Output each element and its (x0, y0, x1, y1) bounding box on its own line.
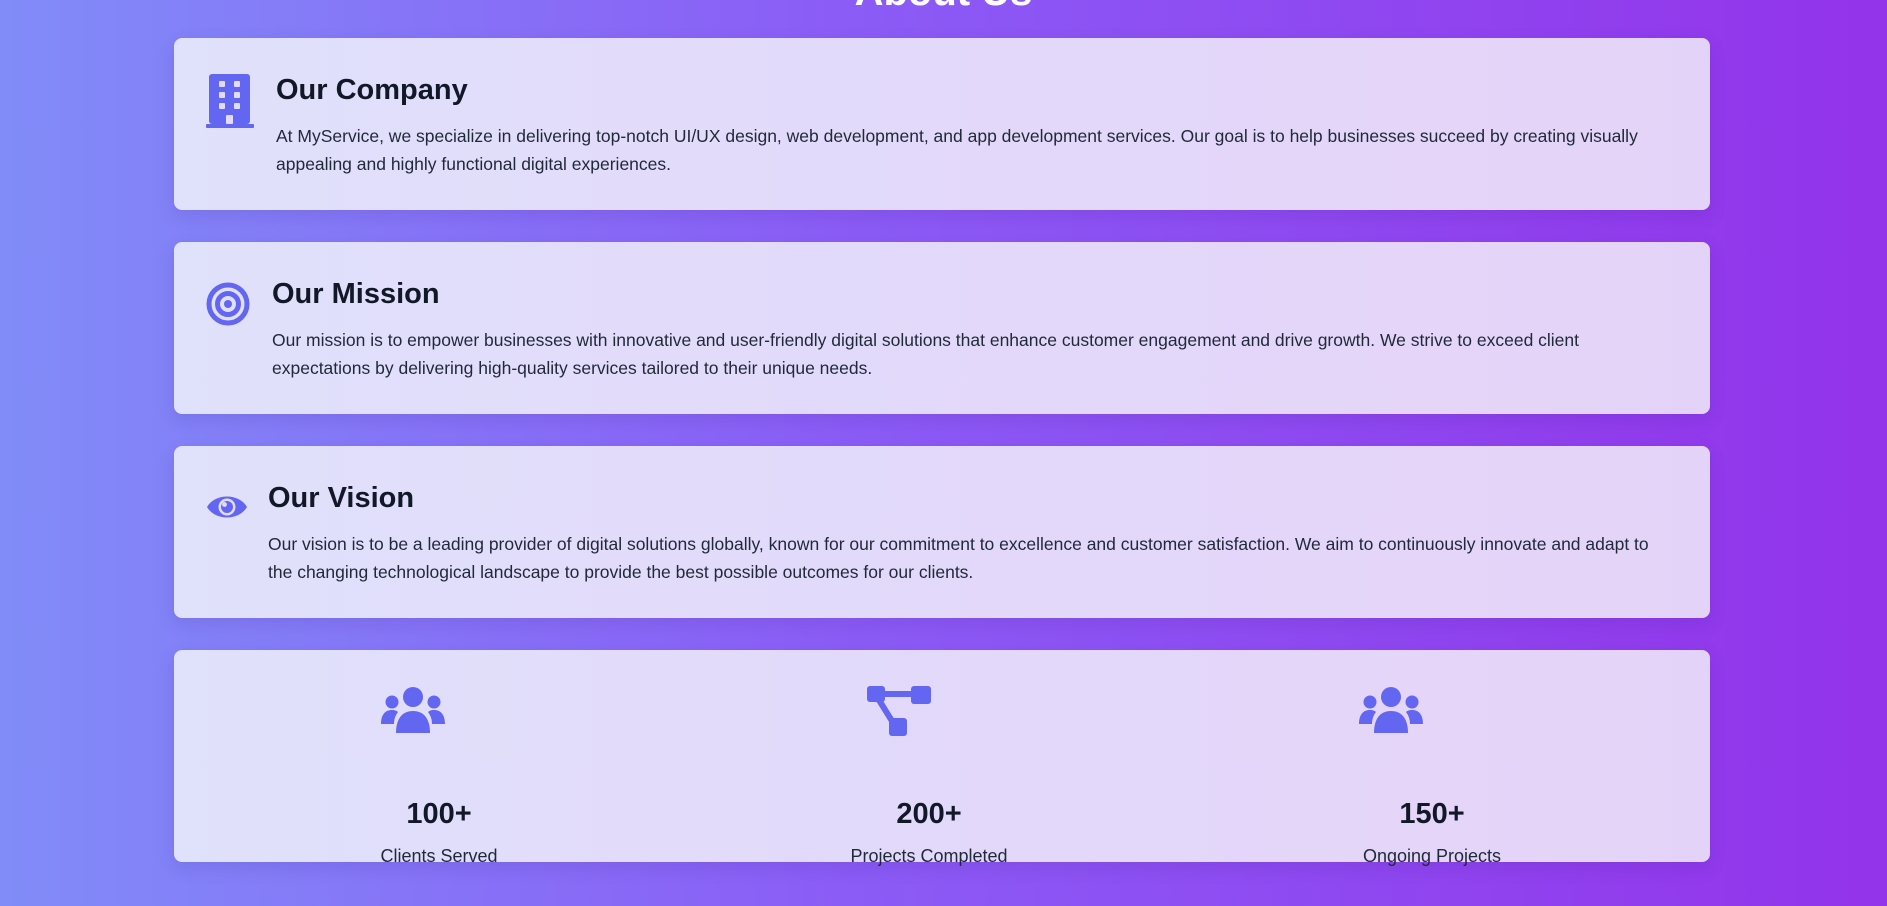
stat-number: 200+ (896, 798, 962, 830)
vision-card: Our Vision Our vision is to be a leading… (174, 446, 1710, 618)
stat-clients-served: 100+ Clients Served (309, 686, 569, 866)
stat-projects-completed: 200+ Projects Completed (799, 686, 1059, 866)
section-title: About Us (0, 0, 1887, 12)
stat-ongoing-projects: 150+ Ongoing Projects (1302, 686, 1562, 866)
eye-icon (206, 492, 254, 548)
mission-title: Our Mission (272, 278, 440, 310)
project-diagram-icon (867, 686, 931, 738)
bullseye-icon (206, 282, 254, 338)
vision-description: Our vision is to be a leading provider o… (268, 534, 1649, 582)
stat-number: 150+ (1399, 798, 1465, 830)
mission-description: Our mission is to empower businesses wit… (272, 330, 1580, 378)
stats-card: 100+ Clients Served 200+ Projects Comple… (174, 650, 1710, 866)
mission-card: Our Mission Our mission is to empower bu… (174, 242, 1710, 414)
company-card: Our Company At MyService, we specialize … (174, 38, 1710, 210)
stat-number: 100+ (406, 798, 472, 830)
company-title: Our Company (276, 74, 468, 106)
stat-label: Clients Served (380, 846, 498, 866)
users-icon (1359, 686, 1423, 738)
company-description: At MyService, we specialize in deliverin… (276, 126, 1638, 174)
stat-label: Ongoing Projects (1362, 846, 1502, 866)
stat-label: Projects Completed (850, 846, 1008, 866)
vision-title: Our Vision (268, 482, 415, 514)
users-icon (381, 686, 445, 738)
building-icon (206, 74, 254, 130)
